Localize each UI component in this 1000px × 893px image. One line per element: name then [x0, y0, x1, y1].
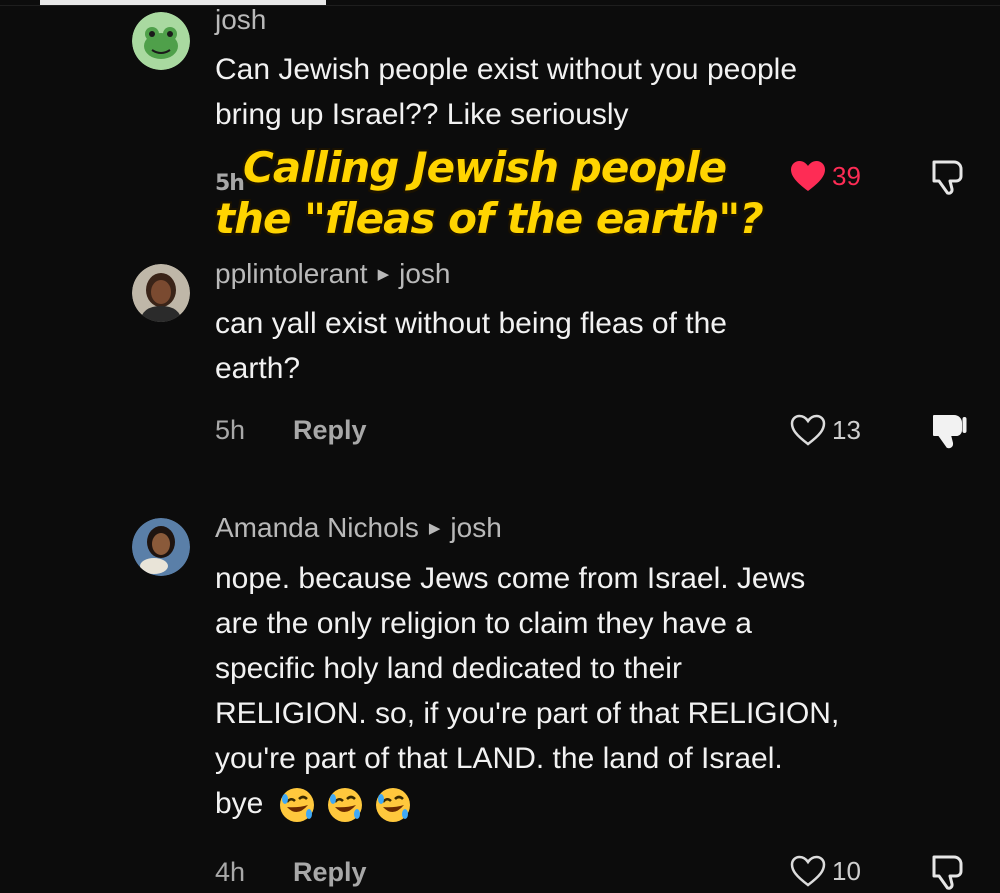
- dislike-icon[interactable]: [928, 851, 970, 893]
- dislike-filled-icon[interactable]: [928, 410, 970, 452]
- reply-arrow-icon: ▶: [377, 266, 390, 283]
- comment-line: can yall exist without being fleas of th…: [215, 307, 727, 340]
- comment-time: 5h: [215, 415, 246, 445]
- avatar[interactable]: [132, 518, 190, 576]
- comment-line: Can Jewish people exist without you peop…: [215, 53, 798, 86]
- comment-line: RELIGION. so, if you're part of that REL…: [215, 697, 840, 730]
- reply-arrow-icon: ▶: [428, 520, 441, 537]
- comment-line: bring up Israel?? Like seriously: [215, 98, 629, 131]
- reply-to-label: josh: [399, 258, 451, 289]
- heart-outline-icon: [790, 855, 826, 887]
- comment-line: bye: [215, 787, 264, 820]
- like-count: 10: [832, 855, 861, 886]
- comment-text: Can Jewish people exist without you peop…: [215, 47, 955, 137]
- like-count: 13: [832, 414, 861, 445]
- reply-button[interactable]: Reply: [293, 857, 367, 888]
- rolling-on-floor-laughing-icon: [376, 788, 411, 823]
- comment-time: 4h: [215, 857, 246, 887]
- comment-text: can yall exist without being fleas of th…: [215, 301, 955, 391]
- reply-button[interactable]: Reply: [293, 415, 367, 446]
- like-button[interactable]: 10: [790, 855, 861, 887]
- comment-line: you're part of that LAND. the land of Is…: [215, 742, 783, 775]
- comment-meta: 5h Reply: [215, 415, 367, 446]
- comment-meta: 4h Reply: [215, 857, 367, 888]
- rolling-on-floor-laughing-icon: [279, 788, 314, 823]
- avatar[interactable]: [132, 264, 190, 322]
- comment-line: are the only religion to claim they have…: [215, 607, 752, 640]
- caption-line-2: the "fleas of the earth"?: [215, 194, 764, 243]
- video-caption-overlay: 5h Calling Jewish people the "fleas of t…: [215, 142, 855, 244]
- reply-to-label: josh: [450, 512, 502, 543]
- avatar[interactable]: [132, 12, 190, 70]
- heart-outline-icon: [790, 414, 826, 446]
- comment-line: specific holy land dedicated to their: [215, 652, 682, 685]
- rolling-on-floor-laughing-icon: [328, 788, 363, 823]
- username[interactable]: Amanda Nichols ▶ josh: [215, 512, 502, 544]
- like-button[interactable]: 13: [790, 414, 861, 446]
- username[interactable]: josh: [215, 4, 266, 36]
- comment-line: earth?: [215, 352, 301, 385]
- caption-line-1: Calling Jewish people: [243, 143, 727, 192]
- username-label: Amanda Nichols: [215, 512, 419, 543]
- comment-line-with-emoji: bye: [215, 781, 955, 826]
- divider: [0, 5, 1000, 6]
- username-label: pplintolerant: [215, 258, 368, 289]
- username-label: josh: [215, 4, 267, 35]
- comment-text: nope. because Jews come from Israel. Jew…: [215, 556, 955, 826]
- username[interactable]: pplintolerant ▶ josh: [215, 258, 450, 290]
- dislike-icon[interactable]: [928, 156, 970, 198]
- comment-line: nope. because Jews come from Israel. Jew…: [215, 562, 806, 595]
